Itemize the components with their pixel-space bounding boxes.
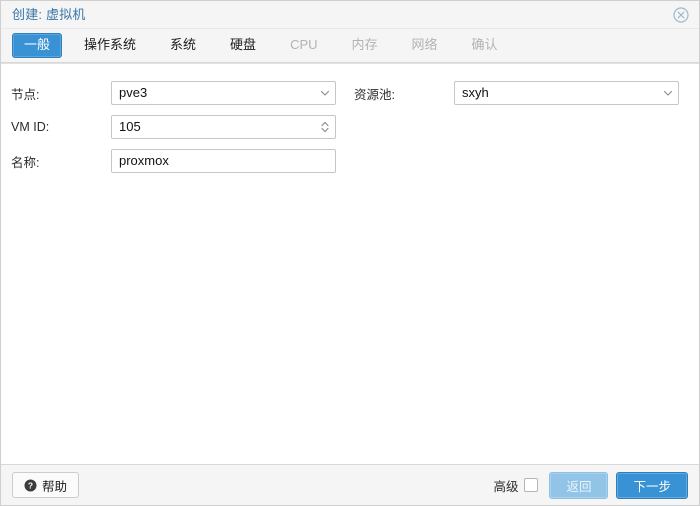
- general-tab-panel: 节点: pve3 VM ID: 105 名称: proxmox 资源池: sxy…: [1, 63, 699, 464]
- help-button-label: 帮助: [42, 479, 68, 494]
- name-value: proxmox: [119, 153, 169, 168]
- create-vm-dialog: 创建: 虚拟机 一般 操作系统 系统 硬盘 CPU 内存 网络 确认 节点: p…: [0, 0, 700, 506]
- tab-general[interactable]: 一般: [12, 33, 63, 58]
- wizard-tabbar: 一般 操作系统 系统 硬盘 CPU 内存 网络 确认: [1, 29, 699, 63]
- form-grid: 节点: pve3 VM ID: 105 名称: proxmox 资源池: sxy…: [11, 78, 689, 180]
- dialog-footer: ? 帮助 高级 返回 下一步: [1, 464, 699, 505]
- node-value: pve3: [119, 85, 148, 100]
- vmid-spinner[interactable]: 105: [111, 115, 336, 139]
- back-button: 返回: [549, 471, 609, 499]
- field-node: 节点: pve3: [11, 78, 346, 108]
- node-combobox[interactable]: pve3: [111, 81, 336, 105]
- question-circle-icon: ?: [24, 479, 37, 492]
- chevron-down-icon[interactable]: [315, 82, 335, 104]
- vmid-value: 105: [119, 119, 141, 134]
- field-vmid: VM ID: 105: [11, 112, 346, 142]
- name-input[interactable]: proxmox: [111, 149, 336, 173]
- tab-system[interactable]: 系统: [158, 33, 208, 58]
- form-column-left: 节点: pve3 VM ID: 105 名称: proxmox: [11, 78, 346, 180]
- form-column-right: 资源池: sxyh: [354, 78, 689, 112]
- tab-disks[interactable]: 硬盘: [218, 33, 268, 58]
- spinner-updown-icon[interactable]: [315, 116, 335, 138]
- advanced-label: 高级: [493, 479, 519, 494]
- dialog-title: 创建: 虚拟机: [12, 7, 86, 22]
- chevron-down-icon[interactable]: [658, 82, 678, 104]
- tab-cpu: CPU: [290, 37, 318, 52]
- field-vmid-label: VM ID:: [11, 120, 50, 134]
- close-icon[interactable]: [672, 6, 690, 24]
- help-button[interactable]: ? 帮助: [12, 472, 80, 498]
- resource-pool-value: sxyh: [462, 85, 489, 100]
- field-resource-pool: 资源池: sxyh: [354, 78, 689, 108]
- field-name: 名称: proxmox: [11, 146, 346, 176]
- field-node-label: 节点:: [11, 87, 40, 102]
- tab-confirm: 确认: [471, 37, 498, 52]
- tab-memory: 内存: [351, 37, 378, 52]
- footer-actions: 高级 返回 下一步: [493, 471, 688, 499]
- field-name-label: 名称:: [11, 155, 40, 170]
- dialog-header: 创建: 虚拟机: [1, 1, 699, 29]
- resource-pool-combobox[interactable]: sxyh: [454, 81, 679, 105]
- next-button[interactable]: 下一步: [616, 471, 688, 499]
- tab-network: 网络: [411, 37, 438, 52]
- advanced-checkbox[interactable]: [524, 478, 539, 492]
- svg-text:?: ?: [28, 480, 33, 490]
- field-resource-pool-label: 资源池:: [354, 87, 395, 102]
- tab-os[interactable]: 操作系统: [72, 33, 148, 58]
